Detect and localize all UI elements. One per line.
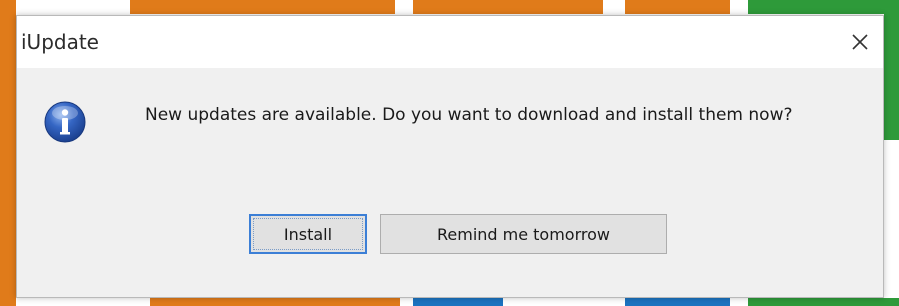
desktop-tile-orange-top-2 <box>413 0 603 14</box>
desktop-tile-blue-bottom-1 <box>413 298 503 306</box>
desktop-tile-orange-bottom <box>150 298 400 306</box>
desktop-tile-orange-top-1 <box>130 0 395 14</box>
dialog-titlebar[interactable]: iUpdate <box>17 16 883 68</box>
close-icon <box>852 34 868 50</box>
update-dialog: iUpdate New updates are available. Do yo… <box>16 15 884 298</box>
desktop-tile-blue-bottom-2 <box>625 298 730 306</box>
desktop-tile-green-bottom <box>748 298 899 306</box>
remind-me-tomorrow-button[interactable]: Remind me tomorrow <box>380 214 667 254</box>
install-button[interactable]: Install <box>249 214 367 254</box>
desktop-tile-green-top <box>748 0 899 14</box>
dialog-message: New updates are available. Do you want t… <box>145 105 793 125</box>
desktop-tile-green-right <box>884 0 899 140</box>
dialog-title: iUpdate <box>21 30 99 54</box>
desktop-tile-orange-top-3 <box>625 0 730 14</box>
close-button[interactable] <box>837 16 883 68</box>
desktop-tile-orange-left <box>0 0 16 306</box>
info-icon <box>44 101 86 143</box>
